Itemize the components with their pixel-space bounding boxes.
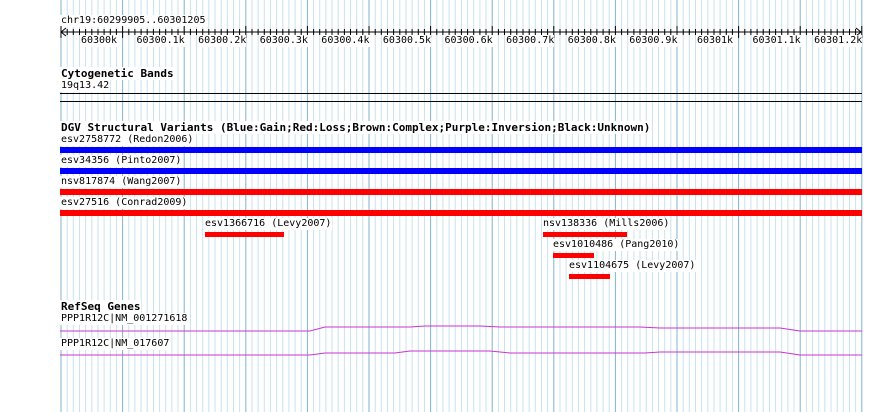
gene-model-line[interactable] xyxy=(60,350,862,356)
gene-models[interactable] xyxy=(0,0,890,412)
genome-browser: chr19:60299905..60301205 60300k 60300.1k 6… xyxy=(0,0,890,412)
gene-model-line[interactable] xyxy=(60,325,862,332)
